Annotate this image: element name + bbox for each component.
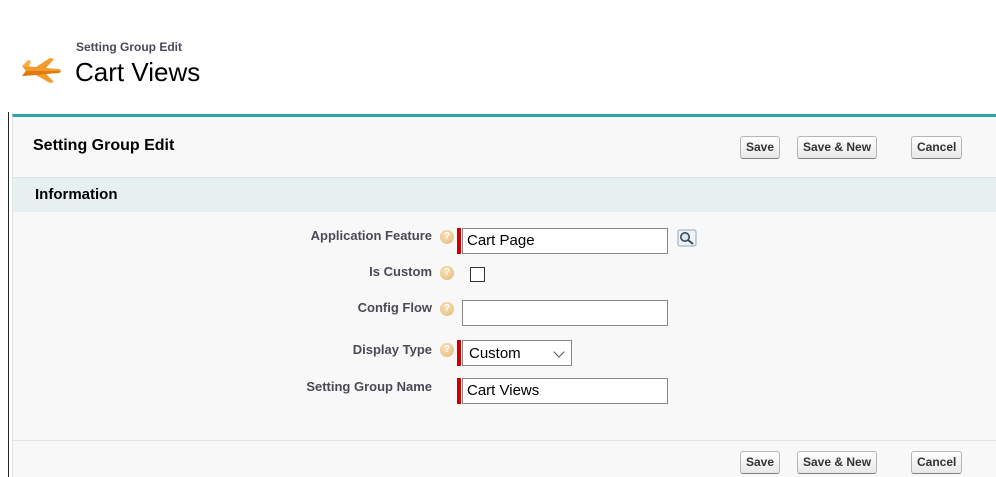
required-indicator <box>457 228 461 254</box>
is-custom-label: Is Custom <box>369 264 432 279</box>
display-type-select[interactable]: Custom <box>462 340 572 366</box>
save-new-button-bottom[interactable]: Save & New <box>797 451 878 474</box>
config-flow-label: Config Flow <box>357 300 432 315</box>
section-title: Information <box>35 186 118 203</box>
help-icon[interactable] <box>440 302 454 316</box>
is-custom-checkbox[interactable] <box>470 267 485 282</box>
cancel-button-bottom[interactable]: Cancel <box>911 451 963 474</box>
chevron-down-icon <box>553 346 565 358</box>
section-header-information: Information <box>13 177 996 212</box>
save-button-top[interactable]: Save <box>740 136 781 159</box>
page-title: Cart Views <box>75 57 201 87</box>
page-subtitle: Setting Group Edit <box>76 40 182 54</box>
application-feature-input[interactable]: Cart Page <box>462 228 668 254</box>
cancel-button-top[interactable]: Cancel <box>911 136 963 159</box>
setting-group-name-input[interactable]: Cart Views <box>462 378 668 404</box>
setting-group-name-label: Setting Group Name <box>306 379 432 394</box>
application-feature-label: Application Feature <box>310 228 432 243</box>
config-flow-input[interactable] <box>462 300 668 326</box>
required-indicator <box>457 378 461 404</box>
edit-panel: Setting Group Edit Save Save & New Cance… <box>12 114 996 477</box>
save-button-bottom[interactable]: Save <box>740 451 781 474</box>
save-new-button-top[interactable]: Save & New <box>797 136 878 159</box>
display-type-label: Display Type <box>352 342 432 357</box>
lookup-icon[interactable] <box>677 229 697 247</box>
help-icon[interactable] <box>440 343 454 357</box>
required-indicator <box>457 340 461 366</box>
panel-title: Setting Group Edit <box>33 137 175 154</box>
airplane-icon <box>22 58 61 83</box>
help-icon[interactable] <box>440 266 454 280</box>
form-area: Application Feature Cart Page Is Custom … <box>13 212 996 441</box>
help-icon[interactable] <box>440 230 454 244</box>
page-header: Setting Group Edit Cart Views <box>8 0 996 112</box>
display-type-value: Custom <box>469 345 521 362</box>
